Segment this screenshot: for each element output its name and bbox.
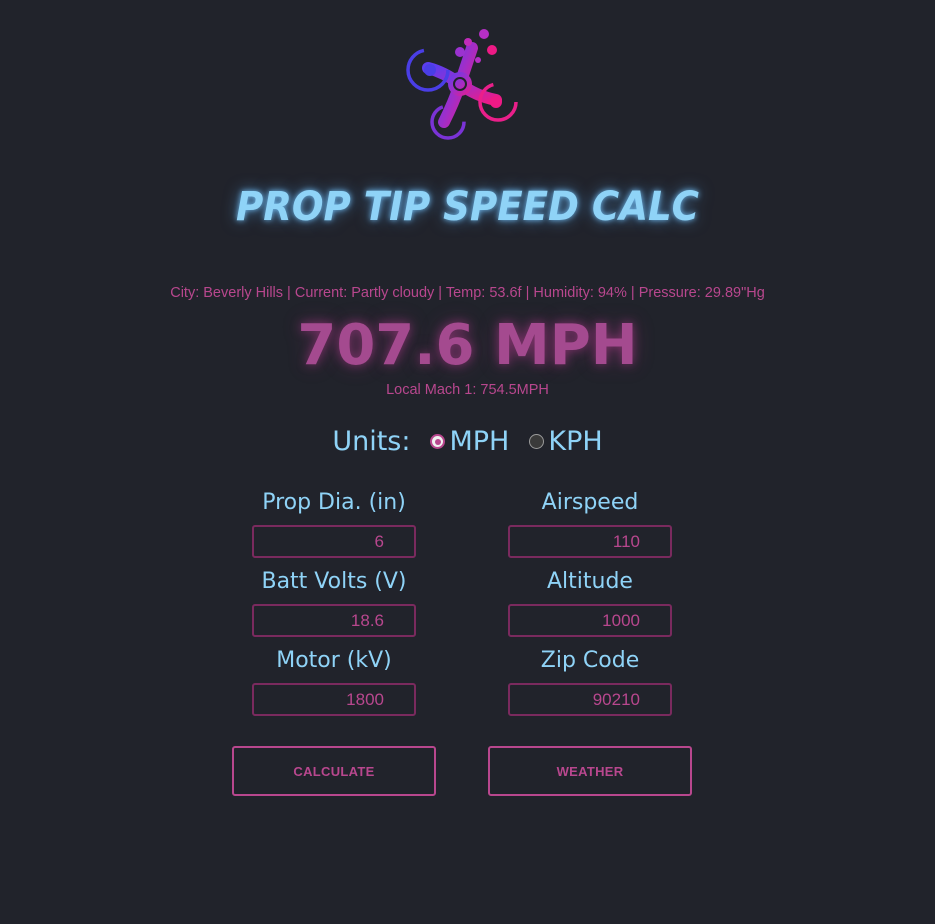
motor-kv-label: Motor (kV) xyxy=(276,648,392,673)
batt-volts-input[interactable] xyxy=(252,604,416,637)
calculate-button[interactable]: CALCULATE xyxy=(232,746,436,796)
zip-code-input[interactable] xyxy=(508,683,672,716)
batt-volts-label: Batt Volts (V) xyxy=(261,569,407,594)
app-root: PROP TIP SPEED CALC City: Beverly Hills … xyxy=(0,0,935,924)
units-option-mph[interactable]: MPH xyxy=(430,426,509,457)
prop-dia-label: Prop Dia. (in) xyxy=(262,490,406,515)
airspeed-label: Airspeed xyxy=(541,490,639,515)
kph-radio[interactable] xyxy=(529,434,545,449)
tip-speed-result: 707.6 MPH xyxy=(297,313,638,378)
airspeed-input[interactable] xyxy=(508,525,672,558)
prop-dia-input[interactable] xyxy=(252,525,416,558)
kph-label: KPH xyxy=(548,426,603,457)
units-option-kph[interactable]: KPH xyxy=(529,426,603,457)
page-title: PROP TIP SPEED CALC xyxy=(236,184,699,230)
weather-info: City: Beverly Hills | Current: Partly cl… xyxy=(170,285,765,301)
altitude-input[interactable] xyxy=(508,604,672,637)
altitude-label: Altitude xyxy=(547,569,633,594)
units-label: Units: xyxy=(332,426,411,457)
drone-logo-icon xyxy=(406,29,518,140)
mph-radio[interactable] xyxy=(430,434,446,449)
units-selector: Units: MPH KPH xyxy=(0,426,935,457)
weather-button[interactable]: WEATHER xyxy=(488,746,692,796)
motor-kv-input[interactable] xyxy=(252,683,416,716)
local-mach-readout: Local Mach 1: 754.5MPH xyxy=(386,382,549,398)
mph-label: MPH xyxy=(449,426,510,457)
zip-code-label: Zip Code xyxy=(540,648,640,673)
